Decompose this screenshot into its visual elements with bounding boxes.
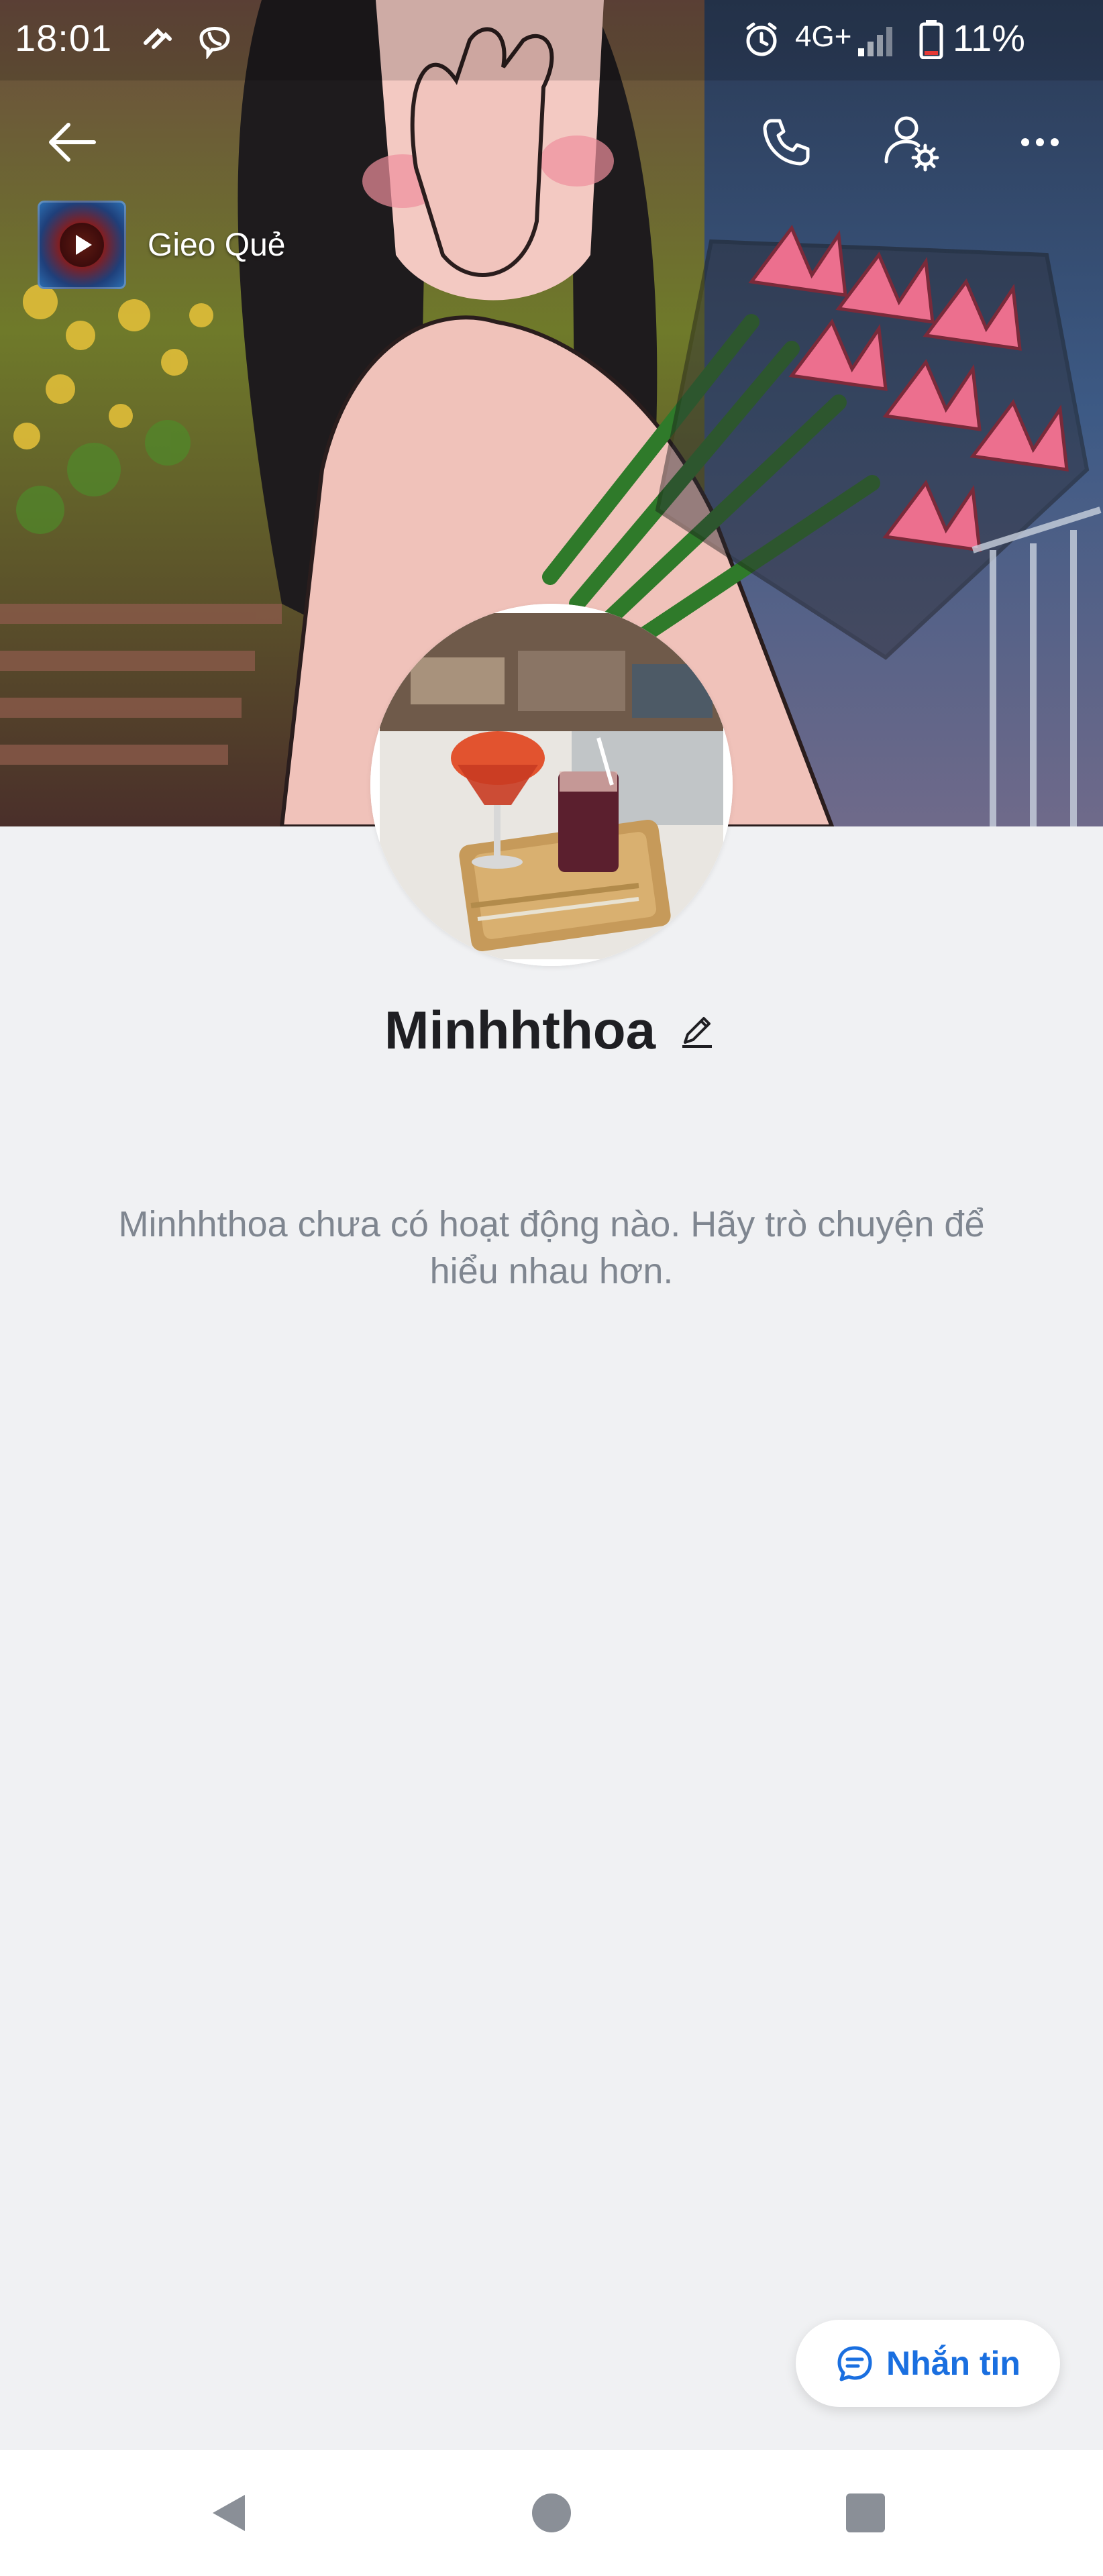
nav-recents-icon <box>846 2493 885 2532</box>
edit-name-button[interactable] <box>676 1009 719 1052</box>
battery-percent: 11% <box>953 17 1025 59</box>
message-button-label: Nhắn tin <box>886 2345 1020 2382</box>
music-title: Gieo Quẻ <box>148 227 286 263</box>
back-arrow-icon <box>49 123 96 162</box>
sync-icon <box>138 19 178 59</box>
more-icon <box>1021 138 1059 146</box>
message-button[interactable]: Nhắn tin <box>796 2320 1060 2407</box>
nav-home-button[interactable] <box>518 2479 585 2546</box>
status-bar: 18:01 4G+ 11% <box>0 0 1103 80</box>
pencil-icon <box>682 1017 713 1048</box>
chat-bubble-icon <box>837 2346 872 2381</box>
battery-icon <box>918 19 945 60</box>
music-cover <box>38 201 126 289</box>
nav-back-button[interactable] <box>195 2479 262 2546</box>
empty-activity-message: Minhhthoa chưa có hoạt động nào. Hãy trò… <box>118 1204 985 1291</box>
system-nav-bar <box>0 2450 1103 2576</box>
signal-icon <box>855 19 902 59</box>
profile-music[interactable]: Gieo Quẻ <box>38 201 286 289</box>
back-button[interactable] <box>32 102 113 182</box>
alarm-icon <box>741 19 782 59</box>
network-type: 4G+ <box>795 20 852 53</box>
nav-recents-button[interactable] <box>832 2479 899 2546</box>
avatar[interactable] <box>370 604 733 966</box>
avatar-photo <box>370 604 733 966</box>
more-options-button[interactable] <box>1000 102 1080 182</box>
viber-icon <box>195 19 235 60</box>
profile-settings-button[interactable] <box>871 102 951 182</box>
status-time: 18:01 <box>15 17 113 59</box>
call-button[interactable] <box>746 102 827 182</box>
user-settings-icon <box>884 116 939 172</box>
play-icon <box>60 223 104 267</box>
profile-name: Minhhthoa <box>384 1000 656 1060</box>
nav-home-icon <box>532 2493 571 2532</box>
nav-back-icon <box>213 2495 245 2531</box>
name-row: Minhhthoa <box>0 1000 1103 1061</box>
phone-icon <box>763 119 810 166</box>
